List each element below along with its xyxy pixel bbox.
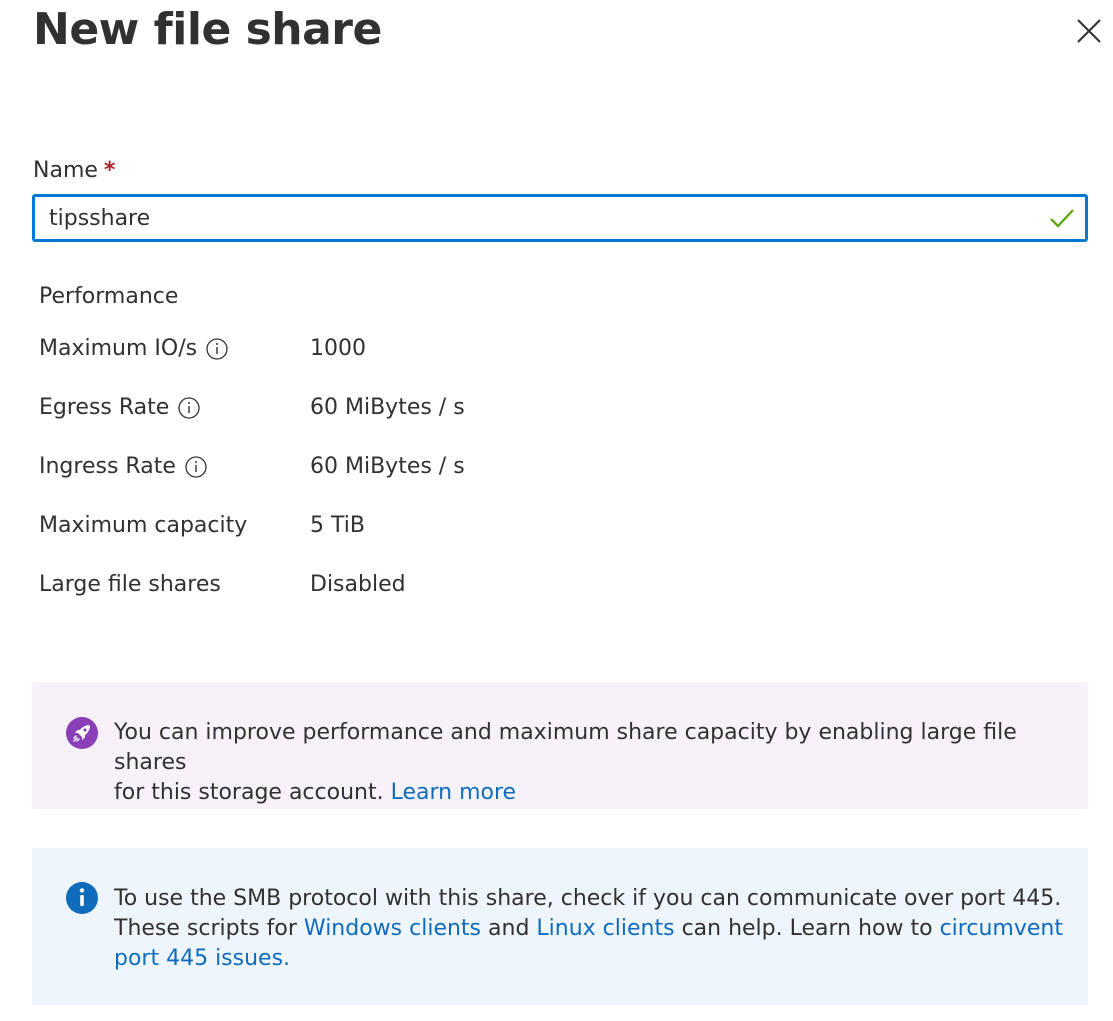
performance-heading: Performance: [39, 284, 179, 309]
smb-message: To use the SMB protocol with this share,…: [114, 884, 1064, 974]
circumvent-link-part-2[interactable]: port 445 issues.: [114, 946, 290, 971]
property-value: Disabled: [310, 572, 406, 597]
banner-text-segment: These scripts for: [114, 916, 297, 941]
large-file-shares-banner: You can improve performance and maximum …: [32, 682, 1088, 809]
large-file-shares-message: You can improve performance and maximum …: [114, 718, 1064, 808]
property-label-text: Large file shares: [39, 572, 221, 597]
property-value: 60 MiBytes / s: [310, 395, 465, 420]
property-value: 5 TiB: [310, 513, 365, 538]
close-icon: [1077, 19, 1101, 43]
info-circle-icon[interactable]: [185, 456, 207, 478]
rocket-icon: [66, 717, 98, 749]
property-label-text: Maximum IO/s: [39, 336, 198, 361]
property-value: 60 MiBytes / s: [310, 454, 465, 479]
info-circle-icon[interactable]: [206, 338, 228, 360]
page-title: New file share: [33, 4, 382, 55]
banner-text-segment: and: [488, 916, 530, 941]
banner-line: To use the SMB protocol with this share,…: [114, 886, 1062, 911]
linux-clients-link[interactable]: Linux clients: [536, 916, 674, 941]
name-field-label: Name *: [33, 156, 115, 186]
property-row-egress-rate: Egress Rate 60 MiBytes / s: [39, 393, 739, 423]
circumvent-link-part-1[interactable]: circumvent: [940, 916, 1063, 941]
property-row-ingress-rate: Ingress Rate 60 MiBytes / s: [39, 452, 739, 482]
required-marker: *: [103, 158, 116, 183]
property-label-text: Ingress Rate: [39, 454, 176, 479]
property-label: Ingress Rate: [39, 452, 207, 482]
banner-line: You can improve performance and maximum …: [114, 720, 1017, 775]
name-label-text: Name: [33, 158, 98, 183]
name-input-container[interactable]: [32, 194, 1088, 242]
property-label-text: Maximum capacity: [39, 513, 248, 538]
property-value: 1000: [310, 336, 366, 361]
property-row-max-iops: Maximum IO/s 1000: [39, 334, 739, 364]
property-label: Maximum capacity: [39, 511, 247, 541]
property-label: Large file shares: [39, 570, 221, 600]
property-label-text: Egress Rate: [39, 395, 170, 420]
windows-clients-link[interactable]: Windows clients: [304, 916, 481, 941]
property-label: Maximum IO/s: [39, 334, 228, 364]
banner-text-segment: can help. Learn how to: [681, 916, 933, 941]
banner-line: for this storage account.: [114, 780, 384, 805]
property-row-large-file-shares: Large file shares Disabled: [39, 570, 739, 600]
smb-info-banner: To use the SMB protocol with this share,…: [32, 848, 1088, 1005]
learn-more-link[interactable]: Learn more: [391, 780, 516, 805]
name-input[interactable]: [49, 197, 1039, 239]
close-button[interactable]: [1072, 14, 1106, 48]
checkmark-icon: [1050, 209, 1074, 228]
property-row-max-capacity: Maximum capacity 5 TiB: [39, 511, 739, 541]
property-label: Egress Rate: [39, 393, 200, 423]
info-circle-icon[interactable]: [178, 397, 200, 419]
info-icon: [66, 882, 98, 914]
